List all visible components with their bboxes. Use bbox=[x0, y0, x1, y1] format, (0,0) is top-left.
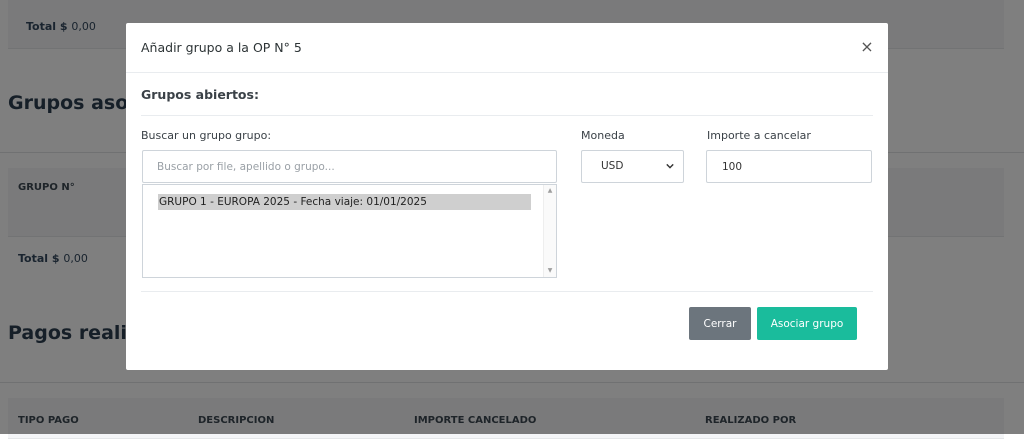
chevron-down-icon bbox=[666, 163, 674, 169]
group-results-list[interactable]: GRUPO 1 - EUROPA 2025 - Fecha viaje: 01/… bbox=[142, 184, 557, 278]
search-label: Buscar un grupo grupo: bbox=[141, 129, 272, 142]
amount-label: Importe a cancelar bbox=[707, 129, 811, 142]
currency-selected-value: USD bbox=[601, 160, 624, 172]
currency-select[interactable]: USD bbox=[581, 150, 684, 183]
scroll-up-icon[interactable]: ▲ bbox=[544, 187, 556, 195]
divider bbox=[141, 115, 873, 116]
divider bbox=[141, 291, 873, 292]
add-group-modal: Añadir grupo a la OP N° 5 × Grupos abier… bbox=[126, 23, 888, 370]
cancel-button[interactable]: Cerrar bbox=[689, 307, 751, 340]
scroll-down-icon[interactable]: ▼ bbox=[544, 267, 556, 275]
scrollbar[interactable]: ▲ ▼ bbox=[543, 185, 556, 277]
list-item[interactable]: GRUPO 1 - EUROPA 2025 - Fecha viaje: 01/… bbox=[158, 194, 531, 210]
close-icon[interactable]: × bbox=[858, 37, 876, 57]
section-title: Grupos abiertos: bbox=[141, 87, 259, 102]
modal-header: Añadir grupo a la OP N° 5 × bbox=[126, 23, 888, 73]
search-input[interactable] bbox=[142, 150, 557, 183]
currency-label: Moneda bbox=[581, 129, 625, 142]
modal-title: Añadir grupo a la OP N° 5 bbox=[141, 40, 302, 55]
amount-input[interactable] bbox=[706, 150, 872, 183]
associate-group-button[interactable]: Asociar grupo bbox=[757, 307, 857, 340]
